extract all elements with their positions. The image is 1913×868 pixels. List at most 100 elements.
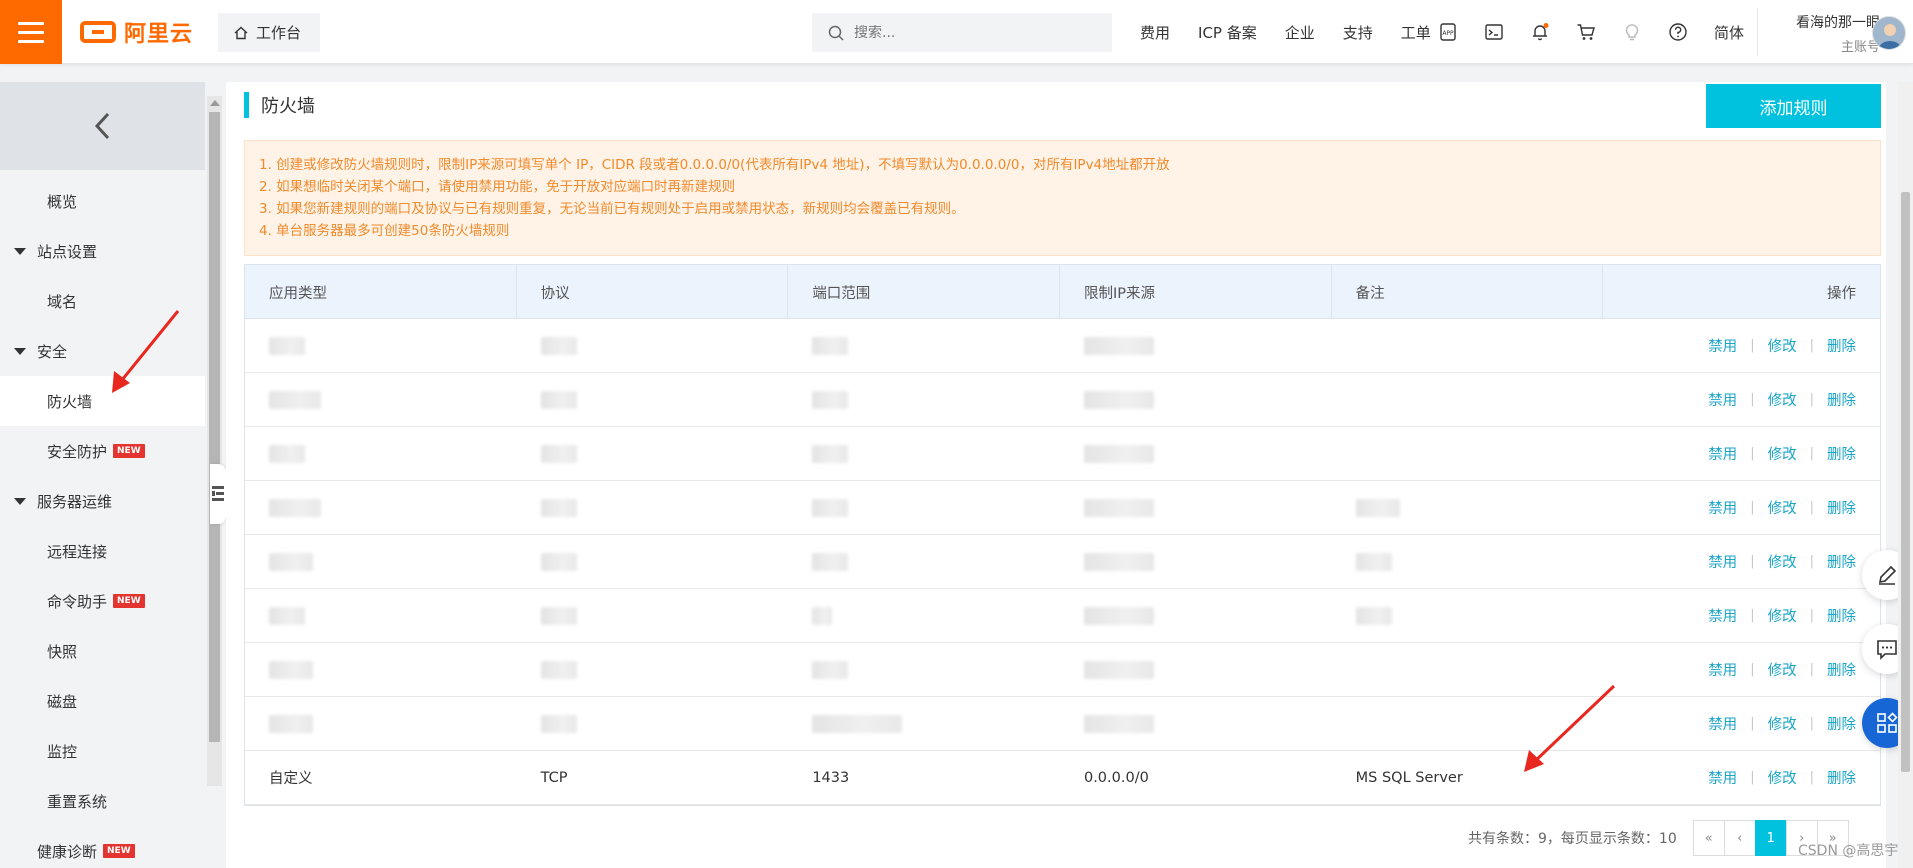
table-cell-type xyxy=(245,589,517,643)
sidebar-item-snapshot[interactable]: 快照 xyxy=(0,626,205,676)
disable-rule-link[interactable]: 禁用 xyxy=(1708,389,1737,410)
action-separator: | xyxy=(1809,662,1814,677)
table-cell-actions: 禁用 | 修改 | 删除 xyxy=(1603,319,1880,373)
bell-icon[interactable] xyxy=(1530,22,1550,42)
edit-rule-link[interactable]: 修改 xyxy=(1768,551,1797,572)
new-badge: NEW xyxy=(113,594,145,608)
nav-link-support[interactable]: 支持 xyxy=(1343,22,1373,43)
scroll-up-icon[interactable] xyxy=(210,100,220,106)
language-switch[interactable]: 简体 xyxy=(1714,22,1744,43)
table-cell-actions: 禁用 | 修改 | 删除 xyxy=(1603,535,1880,589)
disable-rule-link[interactable]: 禁用 xyxy=(1708,659,1737,680)
disable-rule-link[interactable]: 禁用 xyxy=(1708,335,1737,356)
workbench-label: 工作台 xyxy=(256,24,302,42)
edit-rule-link[interactable]: 修改 xyxy=(1768,335,1797,356)
sidebar-group-health-check[interactable]: 健康诊断 NEW xyxy=(0,826,205,868)
bulb-icon[interactable] xyxy=(1622,22,1642,42)
delete-rule-link[interactable]: 删除 xyxy=(1827,335,1856,356)
sidebar-item-security-protection[interactable]: 安全防护 NEW xyxy=(0,426,205,476)
edit-rule-link[interactable]: 修改 xyxy=(1768,443,1797,464)
sidebar-item-firewall[interactable]: 防火墙 xyxy=(0,376,205,426)
delete-rule-link[interactable]: 删除 xyxy=(1827,551,1856,572)
table-cell-type xyxy=(245,373,517,427)
search-input[interactable] xyxy=(854,24,1094,41)
table-row: 禁用 | 修改 | 删除 xyxy=(245,481,1880,535)
edit-rule-link[interactable]: 修改 xyxy=(1768,713,1797,734)
search-box[interactable] xyxy=(812,13,1112,52)
sidebar-menu: 概览 站点设置 域名 安全 防火墙 安全防护 NEW 服务器运维 远程连接 命令助… xyxy=(0,176,205,868)
watermark: CSDN @高思宇 xyxy=(1798,843,1899,859)
page-scrollbar[interactable] xyxy=(1898,82,1913,868)
avatar[interactable] xyxy=(1872,16,1906,50)
sidebar-item-overview[interactable]: 概览 xyxy=(0,176,205,226)
sidebar-group-security[interactable]: 安全 xyxy=(0,326,205,376)
svg-text:APP: APP xyxy=(1442,30,1454,37)
action-separator: | xyxy=(1750,392,1755,407)
aliyun-logo[interactable]: 阿里云 xyxy=(80,18,193,47)
disable-rule-link[interactable]: 禁用 xyxy=(1708,443,1737,464)
action-separator: | xyxy=(1809,446,1814,461)
sidebar-collapse-handle[interactable] xyxy=(210,464,226,524)
redacted-value xyxy=(269,660,313,679)
sidebar-item-disk[interactable]: 磁盘 xyxy=(0,676,205,726)
action-separator: | xyxy=(1750,554,1755,569)
sidebar-item-command-assistant[interactable]: 命令助手 NEW xyxy=(0,576,205,626)
nav-link-enterprise[interactable]: 企业 xyxy=(1285,22,1315,43)
account-info[interactable]: 看海的那一眼 主账号 xyxy=(1770,12,1880,55)
edit-rule-link[interactable]: 修改 xyxy=(1768,659,1797,680)
delete-rule-link[interactable]: 删除 xyxy=(1827,497,1856,518)
disable-rule-link[interactable]: 禁用 xyxy=(1708,767,1737,788)
sidebar-item-domain[interactable]: 域名 xyxy=(0,276,205,326)
edit-rule-link[interactable]: 修改 xyxy=(1768,605,1797,626)
workbench-button[interactable]: 工作台 xyxy=(218,13,320,52)
table-cell-protocol xyxy=(517,643,789,697)
nav-link-ticket[interactable]: 工单 xyxy=(1401,22,1431,43)
help-icon[interactable] xyxy=(1668,22,1688,42)
table-cell-protocol xyxy=(517,535,789,589)
add-rule-button[interactable]: 添加规则 xyxy=(1706,84,1881,128)
table-cell-protocol xyxy=(517,427,789,481)
disable-rule-link[interactable]: 禁用 xyxy=(1708,605,1737,626)
edit-rule-link[interactable]: 修改 xyxy=(1768,497,1797,518)
edit-rule-link[interactable]: 修改 xyxy=(1768,389,1797,410)
delete-rule-link[interactable]: 删除 xyxy=(1827,713,1856,734)
action-separator: | xyxy=(1750,500,1755,515)
nav-link-billing[interactable]: 费用 xyxy=(1140,22,1170,43)
delete-rule-link[interactable]: 删除 xyxy=(1827,767,1856,788)
sidebar-group-site-settings[interactable]: 站点设置 xyxy=(0,226,205,276)
page-scroll-thumb[interactable] xyxy=(1901,192,1910,772)
sidebar-back-button[interactable] xyxy=(0,82,205,170)
delete-rule-link[interactable]: 删除 xyxy=(1827,389,1856,410)
page-first-button[interactable]: « xyxy=(1692,820,1725,856)
action-separator: | xyxy=(1809,554,1814,569)
cart-icon[interactable] xyxy=(1576,22,1596,42)
disable-rule-link[interactable]: 禁用 xyxy=(1708,497,1737,518)
sidebar-scroll-thumb[interactable] xyxy=(209,112,220,742)
delete-rule-link[interactable]: 删除 xyxy=(1827,443,1856,464)
nav-link-icp[interactable]: ICP 备案 xyxy=(1198,22,1257,43)
redacted-value xyxy=(1355,606,1392,625)
edit-rule-link[interactable]: 修改 xyxy=(1768,767,1797,788)
table-row: 禁用 | 修改 | 删除 xyxy=(245,643,1880,697)
page-prev-button[interactable]: ‹ xyxy=(1723,820,1756,856)
page-number-button[interactable]: 1 xyxy=(1754,820,1787,856)
delete-rule-link[interactable]: 删除 xyxy=(1827,605,1856,626)
sidebar-item-remote-connection[interactable]: 远程连接 xyxy=(0,526,205,576)
disable-rule-link[interactable]: 禁用 xyxy=(1708,713,1737,734)
caret-down-icon xyxy=(14,248,26,255)
sidebar-item-reset-system[interactable]: 重置系统 xyxy=(0,776,205,826)
sidebar-item-monitor[interactable]: 监控 xyxy=(0,726,205,776)
aliyun-logo-icon xyxy=(80,21,116,43)
sidebar-item-label: 站点设置 xyxy=(37,242,98,261)
terminal-icon[interactable] xyxy=(1484,22,1504,42)
redacted-value xyxy=(1083,390,1154,409)
sidebar-group-server-ops[interactable]: 服务器运维 xyxy=(0,476,205,526)
sidebar-scrollbar[interactable] xyxy=(207,96,222,786)
disable-rule-link[interactable]: 禁用 xyxy=(1708,551,1737,572)
redacted-value xyxy=(812,606,833,625)
delete-rule-link[interactable]: 删除 xyxy=(1827,659,1856,680)
menu-toggle-button[interactable] xyxy=(0,0,62,64)
sidebar-item-label: 概览 xyxy=(47,192,78,211)
action-separator: | xyxy=(1809,770,1814,785)
app-icon[interactable]: APP xyxy=(1438,22,1458,42)
